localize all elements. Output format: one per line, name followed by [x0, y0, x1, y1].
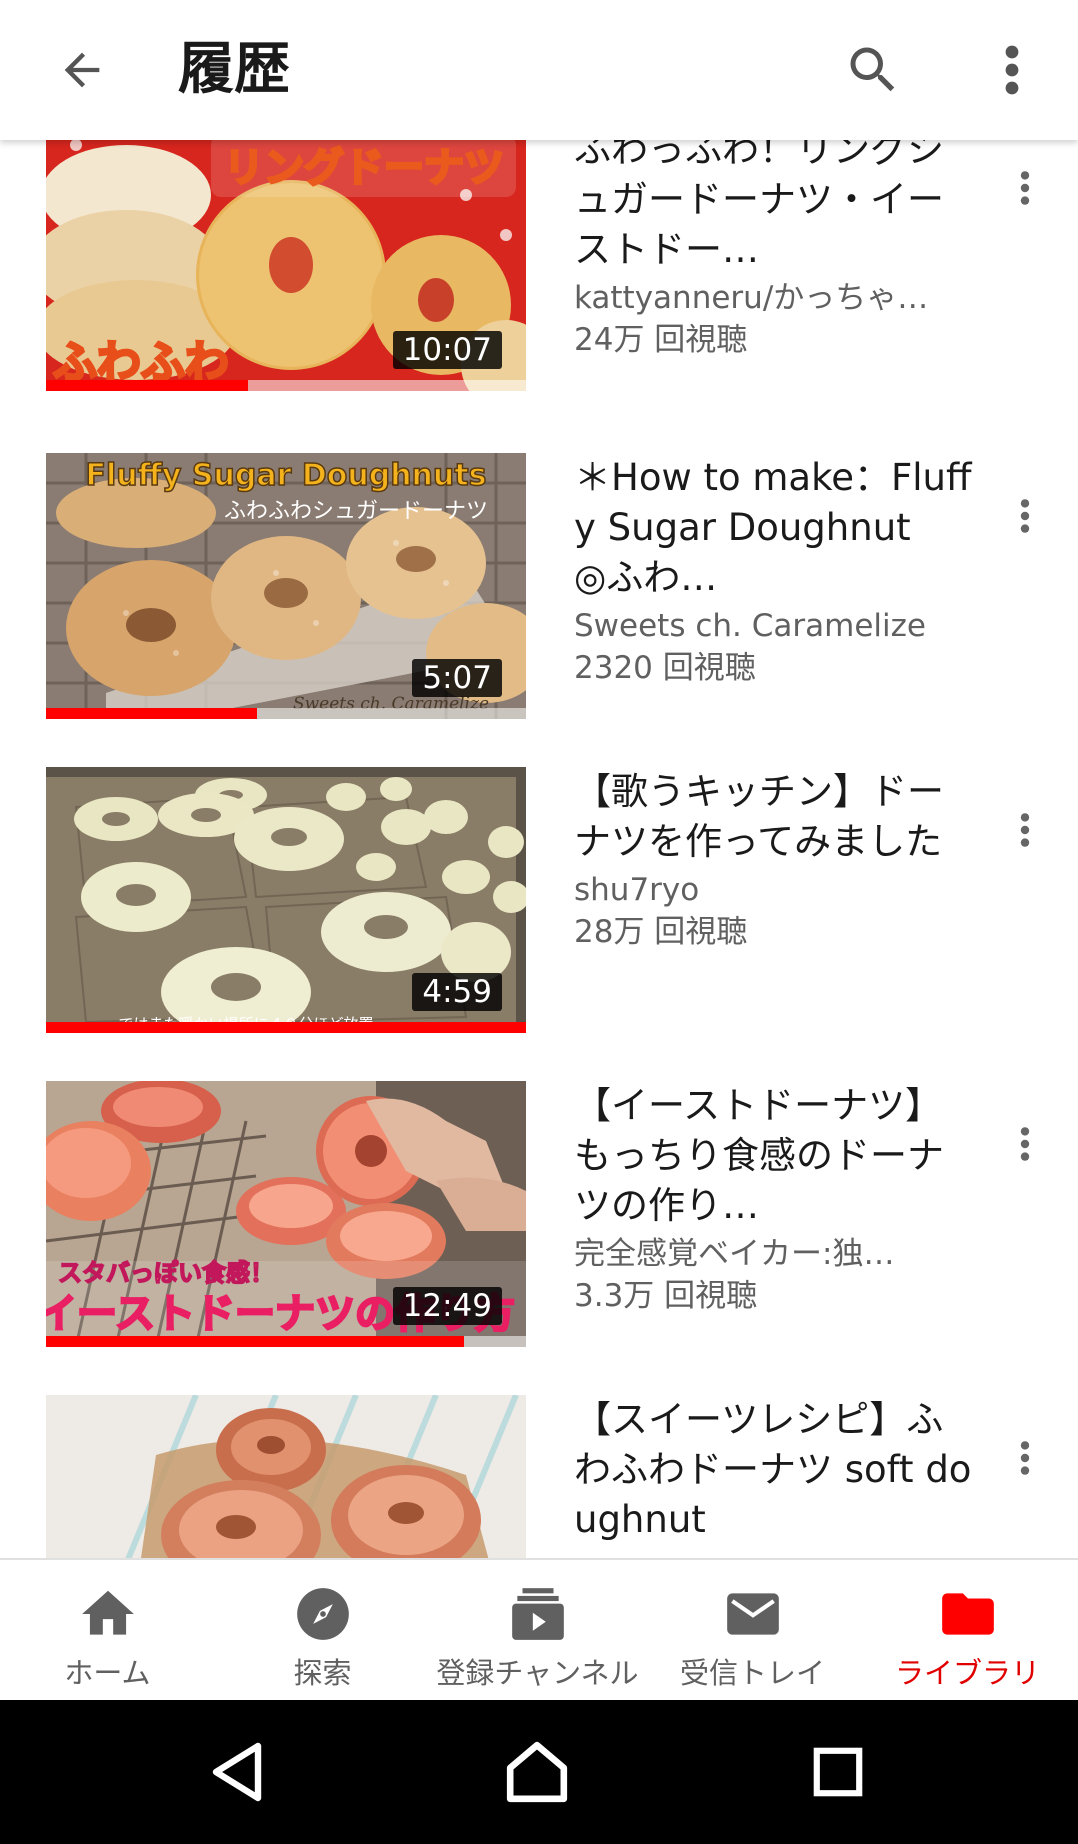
video-views: 2320 回視聴	[574, 650, 756, 686]
video-thumbnail[interactable]	[46, 1395, 526, 1558]
nav-library[interactable]: ライブラリ	[860, 1560, 1075, 1700]
history-list[interactable]: リングドーナツ ふわふわ 10:07 ふわっふわ！リングシュガードーナツ・イース…	[0, 140, 1078, 1558]
nav-label: ライブラリ	[894, 1656, 1040, 1690]
svg-text:ふわふわシュガードーナツ: ふわふわシュガードーナツ	[224, 499, 488, 524]
video-item[interactable]: 【スイーツレシピ】ふわふわドーナツ soft doughnut	[0, 1395, 1078, 1558]
svg-text:リングドーナツ: リングドーナツ	[224, 145, 504, 191]
svg-text:スタバっぽい食感！: スタバっぽい食感！	[58, 1259, 274, 1287]
video-meta: 【イーストドーナツ】もっちり食感のドーナツの作り… 完全感覚ベイカー:独… 3.…	[574, 1081, 974, 1317]
video-thumbnail[interactable]: Fluffy Sugar Doughnuts ふわふわシュガードーナツ Swee…	[46, 453, 526, 719]
arrow-back-icon[interactable]	[42, 30, 122, 110]
nav-home[interactable]: ホーム	[0, 1560, 215, 1700]
video-channel: 完全感覚ベイカー:独…	[574, 1236, 895, 1272]
video-title[interactable]: ＊How to make：Fluffy Sugar Doughnut ◎ふわ…	[574, 453, 974, 603]
inbox-icon	[645, 1582, 860, 1646]
watch-progress-bar	[46, 708, 526, 719]
page-title: 履歴	[178, 37, 290, 102]
system-navigation-bar	[0, 1700, 1078, 1844]
video-views: 24万 回視聴	[574, 322, 748, 358]
video-item[interactable]: リングドーナツ ふわふわ 10:07 ふわっふわ！リングシュガードーナツ・イース…	[0, 140, 1078, 439]
search-icon[interactable]	[833, 30, 913, 110]
svg-text:Fluffy Sugar Doughnuts: Fluffy Sugar Doughnuts	[86, 458, 487, 493]
more-vert-icon[interactable]	[1000, 153, 1050, 223]
video-meta: ふわっふわ！リングシュガードーナツ・イーストドー… kattyanneru/かっ…	[574, 140, 974, 361]
subscriptions-icon	[430, 1582, 645, 1646]
watch-progress-fill	[46, 1022, 526, 1033]
nav-label: 探索	[293, 1656, 352, 1690]
video-thumbnail[interactable]: ではまた暖かい場所に４０分ほど放置 4:59	[46, 767, 526, 1033]
video-thumbnail[interactable]: リングドーナツ ふわふわ 10:07	[46, 140, 526, 391]
video-title[interactable]: 【スイーツレシピ】ふわふわドーナツ soft doughnut	[574, 1395, 974, 1545]
android-back-icon[interactable]	[198, 1732, 278, 1812]
video-channel: kattyanneru/かっちゃ…	[574, 280, 929, 316]
video-item[interactable]: スタバっぽい食感！ イーストドーナツの作り方 12:49 【イーストドーナツ】も…	[0, 1081, 1078, 1395]
watch-progress-fill	[46, 380, 248, 391]
more-vert-icon[interactable]	[1000, 481, 1050, 551]
video-channel: Sweets ch. Caramelize	[574, 608, 926, 644]
more-vert-icon[interactable]	[972, 30, 1052, 110]
watch-progress-bar	[46, 1336, 526, 1347]
duration-badge: 12:49	[392, 1287, 502, 1325]
explore-icon	[215, 1582, 430, 1646]
watch-progress-fill	[46, 1336, 464, 1347]
more-vert-icon[interactable]	[1000, 795, 1050, 865]
video-title[interactable]: 【歌うキッチン】ドーナツを作ってみました	[574, 767, 974, 867]
thumbnail-image	[46, 1395, 526, 1558]
duration-badge: 4:59	[412, 973, 502, 1011]
nav-label: 登録チャンネル	[436, 1656, 639, 1690]
app-root: 履歴 リングドーナツ ふわふわ 10:07 ふわっふわ！リングシュガードーナツ・…	[0, 0, 1078, 1844]
video-views: 3.3万 回視聴	[574, 1278, 758, 1314]
watch-progress-bar	[46, 380, 526, 391]
home-icon	[0, 1582, 215, 1646]
duration-badge: 5:07	[412, 659, 502, 697]
nav-subscriptions[interactable]: 登録チャンネル	[430, 1560, 645, 1700]
android-home-icon[interactable]	[497, 1732, 577, 1812]
library-folder-icon	[860, 1582, 1075, 1646]
video-title[interactable]: 【イーストドーナツ】もっちり食感のドーナツの作り…	[574, 1081, 974, 1231]
nav-label: ホーム	[64, 1656, 151, 1690]
bottom-navigation: ホーム 探索 登録チャンネル 受信トレイ ライブラリ	[0, 1558, 1078, 1700]
watch-progress-bar	[46, 1022, 526, 1033]
video-meta: 【歌うキッチン】ドーナツを作ってみました shu7ryo 28万 回視聴	[574, 767, 974, 953]
nav-label: 受信トレイ	[679, 1656, 825, 1690]
video-thumbnail[interactable]: スタバっぽい食感！ イーストドーナツの作り方 12:49	[46, 1081, 526, 1347]
video-meta: ＊How to make：Fluffy Sugar Doughnut ◎ふわ… …	[574, 453, 974, 689]
video-meta: 【スイーツレシピ】ふわふわドーナツ soft doughnut	[574, 1395, 974, 1545]
video-item[interactable]: Fluffy Sugar Doughnuts ふわふわシュガードーナツ Swee…	[0, 453, 1078, 767]
watch-progress-fill	[46, 708, 258, 719]
video-item[interactable]: ではまた暖かい場所に４０分ほど放置 4:59 【歌うキッチン】ドーナツを作ってみ…	[0, 767, 1078, 1081]
more-vert-icon[interactable]	[1000, 1109, 1050, 1179]
android-recents-icon[interactable]	[798, 1732, 878, 1812]
app-header: 履歴	[0, 0, 1078, 140]
nav-explore[interactable]: 探索	[215, 1560, 430, 1700]
more-vert-icon[interactable]	[1000, 1423, 1050, 1493]
nav-inbox[interactable]: 受信トレイ	[645, 1560, 860, 1700]
video-channel: shu7ryo	[574, 872, 700, 908]
video-views: 28万 回視聴	[574, 914, 748, 950]
duration-badge: 10:07	[392, 331, 502, 369]
video-title[interactable]: ふわっふわ！リングシュガードーナツ・イーストドー…	[574, 140, 974, 275]
